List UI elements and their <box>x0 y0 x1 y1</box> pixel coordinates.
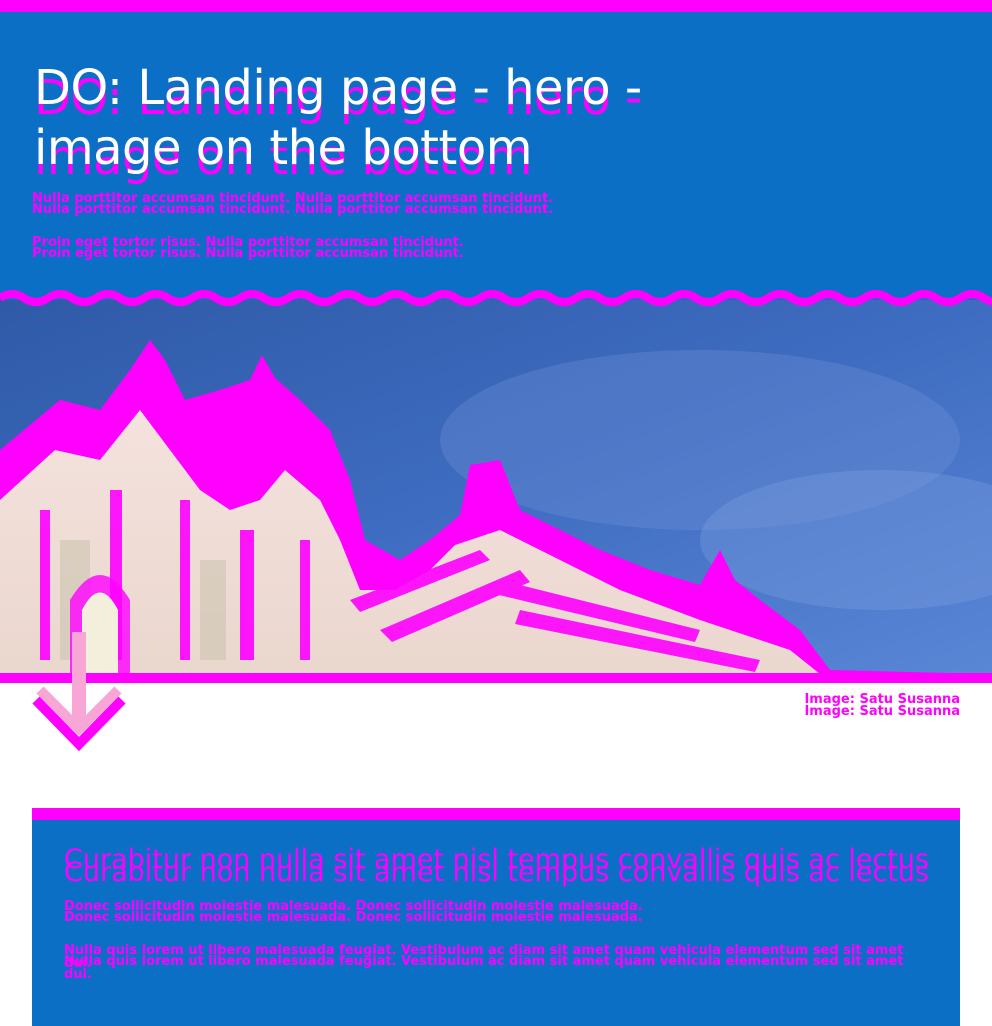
hero-image <box>0 300 992 674</box>
image-caption-echo: Image: Satu Susanna <box>804 704 960 719</box>
hero-section: DO: Landing page - hero - image on the b… <box>0 12 992 302</box>
card-paragraph-2: Nulla quis lorem ut libero malesuada feu… <box>64 944 914 981</box>
hero-paragraph-2: Proin eget tortor risus. Nulla porttitor… <box>32 236 652 260</box>
card-paragraph-1-echo: Donec sollicitudin molestie malesuada. D… <box>64 910 643 925</box>
hero-paragraph-1-echo: Nulla porttitor accumsan tincidunt. Null… <box>32 202 554 217</box>
hero-paragraph-1: Nulla porttitor accumsan tincidunt. Null… <box>32 192 652 216</box>
top-accent-bar <box>0 0 992 12</box>
landing-page: DO: Landing page - hero - image on the b… <box>0 0 992 1026</box>
hero-title: DO: Landing page - hero - image on the b… <box>34 58 734 186</box>
hero-paragraph-2-echo: Proin eget tortor risus. Nulla porttitor… <box>32 246 464 261</box>
image-bottom-bar <box>0 673 992 683</box>
arrow-down-icon[interactable] <box>30 632 130 756</box>
image-caption: Image: Satu Susanna Image: Satu Susanna <box>804 693 960 719</box>
content-card: Curabitur non nulla sit amet nisl tempus… <box>32 820 960 1026</box>
card-title-echo: Curabitur non nulla sit amet nisl tempus… <box>64 857 930 888</box>
wave-divider <box>0 288 992 306</box>
cathedral-photo <box>0 300 992 674</box>
card-title: Curabitur non nulla sit amet nisl tempus… <box>64 846 944 887</box>
card-accent-bar <box>32 808 960 820</box>
card-paragraph-1: Donec sollicitudin molestie malesuada. D… <box>64 900 914 924</box>
card-paragraph-2-echo: Nulla quis lorem ut libero malesuada feu… <box>64 954 904 982</box>
